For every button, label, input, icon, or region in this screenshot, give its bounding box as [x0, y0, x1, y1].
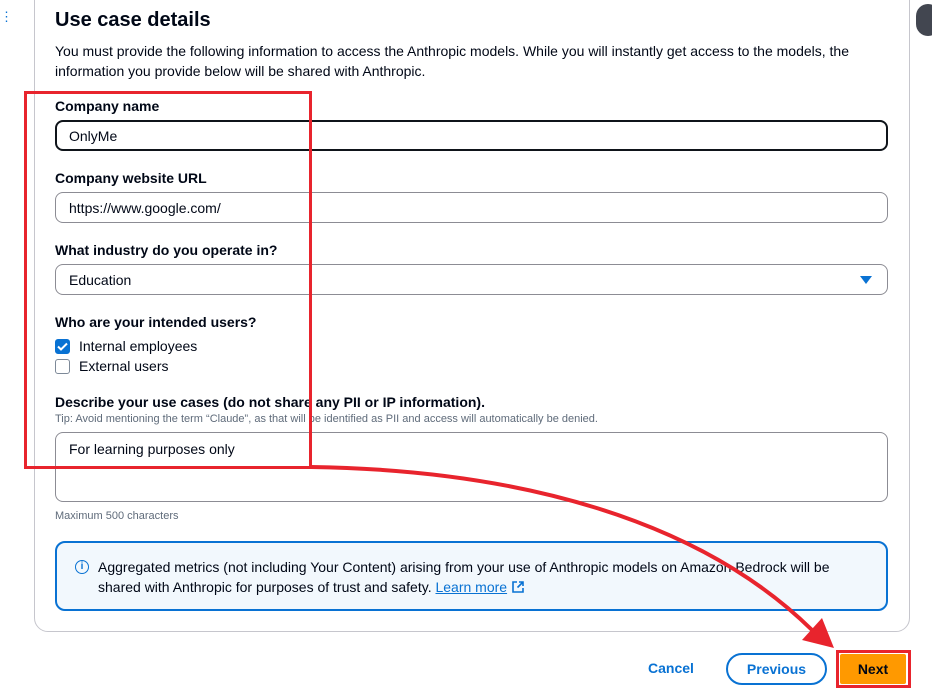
use-cases-constraint: Maximum 500 characters — [55, 510, 179, 522]
company-name-input[interactable] — [55, 120, 888, 151]
checkbox-empty-icon[interactable] — [55, 358, 70, 374]
intended-users-label: Who are your intended users? — [55, 314, 257, 330]
industry-label: What industry do you operate in? — [55, 242, 278, 258]
section-title: Use case details — [55, 9, 211, 31]
section-description: You must provide the following informati… — [55, 43, 850, 79]
cancel-button[interactable]: Cancel — [648, 660, 694, 676]
info-alert: i Aggregated metrics (not including Your… — [55, 541, 888, 611]
external-users-label: External users — [79, 358, 169, 374]
check-icon[interactable] — [55, 338, 70, 354]
use-cases-tip: Tip: Avoid mentioning the term “Claude”,… — [55, 413, 598, 425]
company-website-input[interactable] — [55, 192, 888, 223]
industry-selected-value: Education — [69, 271, 132, 288]
use-cases-label: Describe your use cases (do not share an… — [55, 394, 485, 410]
use-cases-textarea[interactable]: For learning purposes only — [55, 432, 888, 502]
next-button[interactable]: Next — [840, 654, 906, 684]
company-website-label: Company website URL — [55, 170, 207, 186]
checkbox-external-users[interactable]: External users — [55, 358, 168, 374]
caret-down-icon — [860, 275, 872, 284]
info-alert-text: Aggregated metrics (not including Your C… — [98, 557, 868, 599]
industry-select[interactable]: Education — [55, 264, 888, 295]
side-nav-icon[interactable]: ⋮ — [0, 10, 13, 23]
external-link-icon[interactable] — [511, 579, 525, 599]
previous-button[interactable]: Previous — [726, 653, 827, 685]
learn-more-link[interactable]: Learn more — [435, 579, 507, 595]
checkbox-internal-employees[interactable]: Internal employees — [55, 338, 197, 354]
company-name-label: Company name — [55, 98, 160, 114]
info-icon: i — [75, 560, 89, 574]
internal-employees-label: Internal employees — [79, 338, 198, 354]
help-panel-toggle[interactable] — [916, 4, 932, 36]
